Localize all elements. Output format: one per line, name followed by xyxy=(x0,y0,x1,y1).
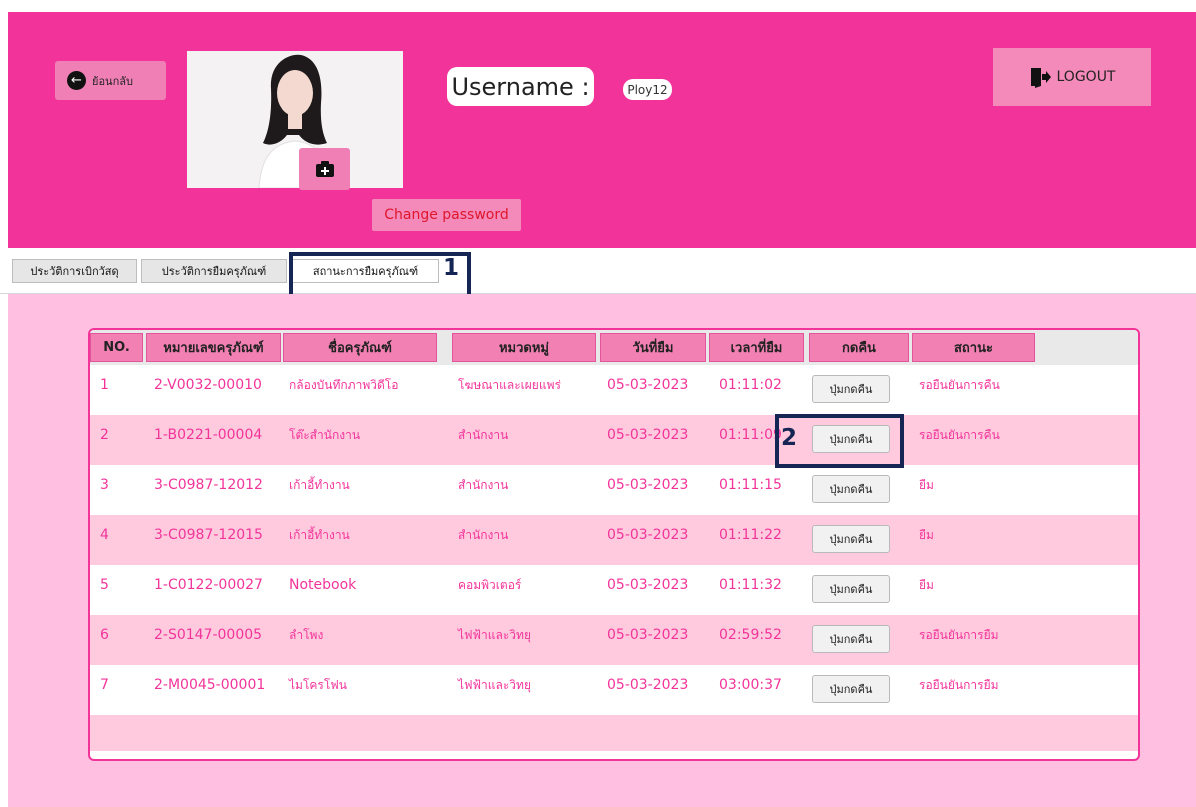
cell-borrow-time: 01:11:32 xyxy=(719,577,782,593)
return-button[interactable]: ปุ่มกดคืน xyxy=(812,475,890,503)
cell-asset-name: ไมโครโฟน xyxy=(289,677,348,692)
annotation-number-2: 2 xyxy=(781,425,798,451)
cell-borrow-time: 02:59:52 xyxy=(719,627,782,643)
cell-asset-name: เก้าอี้ทำงาน xyxy=(289,477,350,492)
column-header-borrow-time: เวลาที่ยืม xyxy=(709,333,804,362)
cell-category: โฆษณาและเผยแพร่ xyxy=(458,377,561,392)
table-row[interactable]: 6 2-S0147-00005 ลำโพง ไฟฟ้าและวิทยุ 05-0… xyxy=(90,615,1138,665)
column-header-borrow-date: วันที่ยืม xyxy=(600,333,706,362)
change-photo-button[interactable] xyxy=(299,148,350,190)
cell-category: ไฟฟ้าและวิทยุ xyxy=(458,677,531,692)
logout-button[interactable]: LOGOUT xyxy=(993,48,1151,106)
cell-borrow-date: 05-03-2023 xyxy=(607,677,689,693)
cell-category: สำนักงาน xyxy=(458,477,509,492)
table-row[interactable]: 3 3-C0987-12012 เก้าอี้ทำงาน สำนักงาน 05… xyxy=(90,465,1138,515)
table-row[interactable]: 4 3-C0987-12015 เก้าอี้ทำงาน สำนักงาน 05… xyxy=(90,515,1138,565)
cell-borrow-time: 01:11:22 xyxy=(719,527,782,543)
borrow-status-table: NO. หมายเลขครุภัณฑ์ ชื่อครุภัณฑ์ หมวดหมู… xyxy=(88,328,1140,761)
profile-photo-image xyxy=(187,51,403,188)
cell-status: ยืม xyxy=(919,527,934,542)
tab-equipment-borrow-history[interactable]: ประวัติการยืมครุภัณฑ์ xyxy=(141,259,287,283)
username-label: Username : xyxy=(447,67,594,106)
change-password-button[interactable]: Change password xyxy=(372,199,521,231)
table-empty-row xyxy=(90,715,1138,751)
cell-no: 2 xyxy=(100,427,109,443)
table-row[interactable]: 1 2-V0032-00010 กล้องบันทึกภาพวิดีโอ โฆษ… xyxy=(90,365,1138,415)
cell-asset-id: 1-C0122-00027 xyxy=(154,577,263,593)
cell-status: รอยืนยันการยืม xyxy=(919,627,999,642)
username-value: Ploy12 xyxy=(623,79,672,100)
cell-borrow-date: 05-03-2023 xyxy=(607,427,689,443)
return-button[interactable]: ปุ่มกดคืน xyxy=(812,525,890,553)
cell-borrow-date: 05-03-2023 xyxy=(607,477,689,493)
tab-bar: ประวัติการเบิกวัสดุ ประวัติการยืมครุภัณฑ… xyxy=(0,248,1196,294)
cell-category: ไฟฟ้าและวิทยุ xyxy=(458,627,531,642)
return-button[interactable]: ปุ่มกดคืน xyxy=(812,675,890,703)
cell-borrow-date: 05-03-2023 xyxy=(607,527,689,543)
return-button[interactable]: ปุ่มกดคืน xyxy=(812,375,890,403)
table-row[interactable]: 7 2-M0045-00001 ไมโครโฟน ไฟฟ้าและวิทยุ 0… xyxy=(90,665,1138,715)
column-header-return: กดคืน xyxy=(809,333,909,362)
table-row[interactable]: 2 1-B0221-00004 โต๊ะสำนักงาน สำนักงาน 05… xyxy=(90,415,1138,465)
table-header: NO. หมายเลขครุภัณฑ์ ชื่อครุภัณฑ์ หมวดหมู… xyxy=(90,330,1138,365)
cell-asset-id: 1-B0221-00004 xyxy=(154,427,263,443)
cell-borrow-date: 05-03-2023 xyxy=(607,377,689,393)
cell-borrow-time: 01:11:15 xyxy=(719,477,782,493)
table-row[interactable]: 5 1-C0122-00027 Notebook คอมพิวเตอร์ 05-… xyxy=(90,565,1138,615)
cell-no: 7 xyxy=(100,677,109,693)
return-button[interactable]: ปุ่มกดคืน xyxy=(812,625,890,653)
arrow-left-circle-icon: ← xyxy=(67,71,86,90)
cell-asset-name: กล้องบันทึกภาพวิดีโอ xyxy=(289,377,399,392)
cell-no: 4 xyxy=(100,527,109,543)
cell-status: รอยืนยันการคืน xyxy=(919,427,1000,442)
cell-status: ยืม xyxy=(919,477,934,492)
cell-borrow-time: 01:11:09 xyxy=(719,427,782,443)
cell-category: สำนักงาน xyxy=(458,527,509,542)
return-button[interactable]: ปุ่มกดคืน xyxy=(812,575,890,603)
column-header-asset-id: หมายเลขครุภัณฑ์ xyxy=(146,333,281,362)
cell-status: ยืม xyxy=(919,577,934,592)
cell-borrow-date: 05-03-2023 xyxy=(607,627,689,643)
cell-asset-name: Notebook xyxy=(289,577,357,593)
cell-asset-id: 2-S0147-00005 xyxy=(154,627,263,643)
logout-label: LOGOUT xyxy=(1056,69,1116,85)
cell-no: 1 xyxy=(100,377,109,393)
cell-asset-name: ลำโพง xyxy=(289,627,324,642)
cell-borrow-time: 03:00:37 xyxy=(719,677,782,693)
cell-no: 5 xyxy=(100,577,109,593)
cell-asset-id: 3-C0987-12012 xyxy=(154,477,263,493)
cell-borrow-date: 05-03-2023 xyxy=(607,577,689,593)
cell-status: รอยืนยันการยืม xyxy=(919,677,999,692)
cell-asset-id: 2-V0032-00010 xyxy=(154,377,262,393)
cell-category: สำนักงาน xyxy=(458,427,509,442)
cell-no: 3 xyxy=(100,477,109,493)
back-label: ย้อนกลับ xyxy=(92,74,133,88)
column-header-category: หมวดหมู่ xyxy=(452,333,596,362)
cell-asset-id: 3-C0987-12015 xyxy=(154,527,263,543)
cell-status: รอยืนยันการคืน xyxy=(919,377,1000,392)
tab-supply-withdrawal-history[interactable]: ประวัติการเบิกวัสดุ xyxy=(12,259,137,283)
profile-photo xyxy=(187,51,403,188)
cell-no: 6 xyxy=(100,627,109,643)
annotation-number-1: 1 xyxy=(443,255,460,281)
back-button[interactable]: ← ย้อนกลับ xyxy=(55,61,166,100)
column-header-asset-name: ชื่อครุภัณฑ์ xyxy=(283,333,437,362)
cell-asset-name: เก้าอี้ทำงาน xyxy=(289,527,350,542)
cell-asset-name: โต๊ะสำนักงาน xyxy=(289,427,361,442)
column-header-status: สถานะ xyxy=(912,333,1035,362)
logout-door-icon xyxy=(1030,68,1051,88)
column-header-no: NO. xyxy=(90,333,143,362)
cell-category: คอมพิวเตอร์ xyxy=(458,577,522,592)
cell-borrow-time: 01:11:02 xyxy=(719,377,782,393)
cell-asset-id: 2-M0045-00001 xyxy=(154,677,266,693)
camera-plus-icon xyxy=(315,161,334,177)
